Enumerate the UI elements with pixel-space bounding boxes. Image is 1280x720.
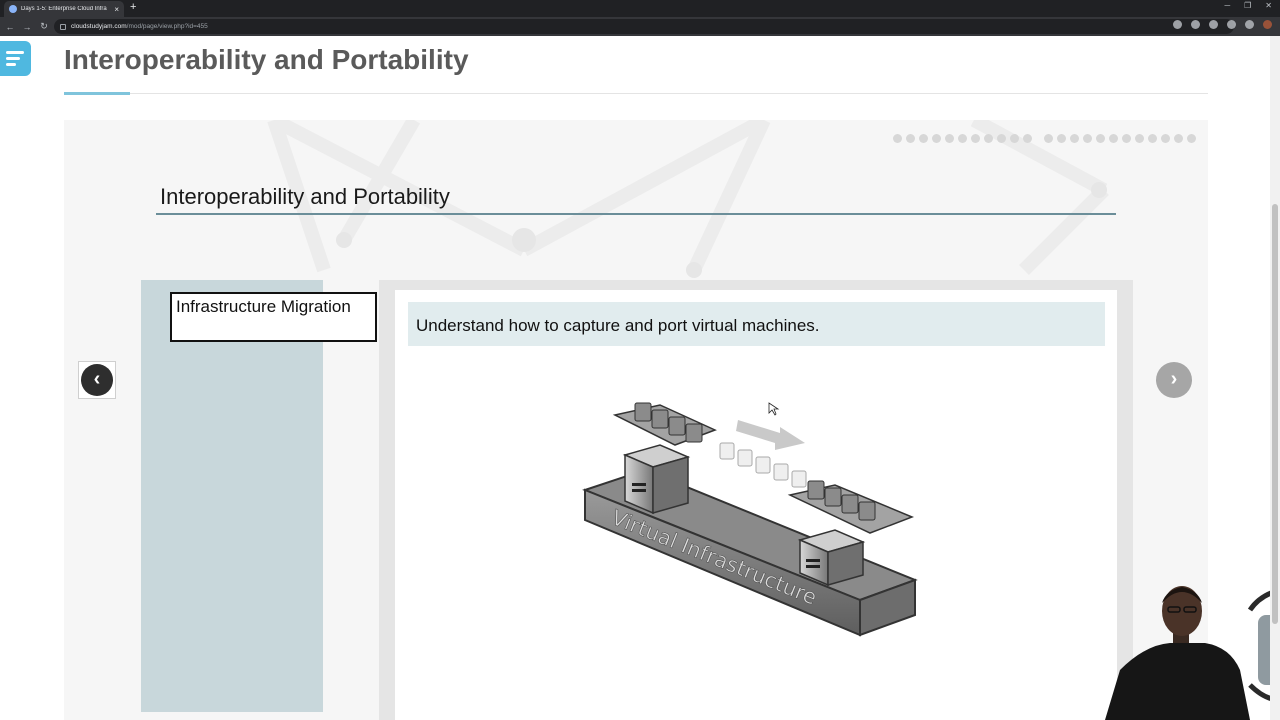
migrating-vms bbox=[719, 442, 807, 488]
server-tower-right bbox=[797, 529, 866, 587]
progress-dot bbox=[1135, 134, 1144, 143]
url-path: /mod/page/view.php?id=455 bbox=[126, 23, 208, 30]
progress-dot bbox=[1096, 134, 1105, 143]
progress-dot bbox=[932, 134, 941, 143]
progress-dot bbox=[893, 134, 902, 143]
scrollbar-thumb[interactable] bbox=[1272, 204, 1278, 624]
title-divider bbox=[64, 93, 1208, 94]
page-scrollbar[interactable] bbox=[1270, 36, 1280, 720]
bookmark-star-icon[interactable] bbox=[1191, 20, 1200, 29]
progress-dot bbox=[945, 134, 954, 143]
back-icon[interactable]: ← bbox=[3, 22, 17, 32]
close-window-icon[interactable]: ✕ bbox=[1265, 1, 1272, 10]
extension-icon[interactable] bbox=[1227, 20, 1236, 29]
chevron-left-icon: ‹ bbox=[81, 364, 113, 396]
tab-title: Days 1-5: Enterprise Cloud Infra bbox=[21, 6, 107, 12]
url-host: cloudstudyjam.com bbox=[71, 23, 127, 30]
topic-sidebar bbox=[141, 280, 323, 712]
address-bar[interactable]: cloudstudyjam.com/mod/page/view.php?id=4… bbox=[54, 19, 1234, 34]
slide-progress-dots bbox=[893, 134, 1196, 143]
progress-dot bbox=[1174, 134, 1183, 143]
slide-title-rule bbox=[156, 213, 1116, 215]
lock-icon bbox=[60, 23, 66, 30]
browser-titlebar: Days 1-5: Enterprise Cloud Infra × + ─ ❐… bbox=[0, 0, 1280, 17]
progress-dot bbox=[1010, 134, 1019, 143]
hamburger-icon-line bbox=[6, 57, 20, 60]
profile-avatar[interactable] bbox=[1263, 20, 1272, 29]
window-controls: ─ ❐ ✕ bbox=[1224, 1, 1272, 10]
progress-dot bbox=[958, 134, 967, 143]
presenter-video bbox=[1105, 586, 1280, 720]
progress-dot bbox=[1070, 134, 1079, 143]
progress-dot bbox=[1044, 134, 1053, 143]
title-accent-bar bbox=[64, 92, 130, 95]
next-slide-button[interactable]: › bbox=[1156, 362, 1192, 398]
restore-icon[interactable]: ❐ bbox=[1244, 1, 1251, 10]
page-title: Interoperability and Portability bbox=[64, 44, 469, 75]
progress-dot bbox=[984, 134, 993, 143]
minimize-icon[interactable]: ─ bbox=[1224, 1, 1230, 10]
slide-title: Interoperability and Portability bbox=[160, 184, 450, 209]
reload-icon[interactable]: ↻ bbox=[37, 21, 51, 32]
mouse-cursor-icon bbox=[768, 402, 780, 416]
progress-dot bbox=[1122, 134, 1131, 143]
progress-dot bbox=[971, 134, 980, 143]
content-caption: Understand how to capture and port virtu… bbox=[408, 302, 1105, 346]
progress-dot bbox=[1187, 134, 1196, 143]
browser-tab[interactable]: Days 1-5: Enterprise Cloud Infra × bbox=[4, 1, 124, 17]
progress-dot bbox=[1023, 134, 1032, 143]
progress-dot bbox=[997, 134, 1006, 143]
extension-icons bbox=[1173, 20, 1272, 29]
progress-dot bbox=[906, 134, 915, 143]
extension-icon[interactable] bbox=[1209, 20, 1218, 29]
progress-dot bbox=[919, 134, 928, 143]
zoom-icon[interactable] bbox=[1173, 20, 1182, 29]
progress-dot bbox=[1148, 134, 1157, 143]
tab-favicon-icon bbox=[9, 5, 17, 13]
virtual-infrastructure-diagram: Virtual Infrastructure bbox=[582, 402, 918, 637]
hamburger-icon-line bbox=[6, 63, 16, 66]
server-tower-left bbox=[622, 444, 691, 515]
new-tab-button[interactable]: + bbox=[130, 1, 136, 13]
progress-dot bbox=[1109, 134, 1118, 143]
progress-dot bbox=[1057, 134, 1066, 143]
previous-slide-button[interactable]: ‹ bbox=[78, 361, 116, 399]
puzzle-icon[interactable] bbox=[1245, 20, 1254, 29]
progress-dot bbox=[1161, 134, 1170, 143]
hamburger-icon bbox=[6, 51, 24, 54]
forward-icon[interactable]: → bbox=[20, 22, 34, 32]
drawer-menu-button[interactable] bbox=[0, 41, 31, 76]
topic-item-infrastructure-migration[interactable]: Infrastructure Migration bbox=[170, 292, 377, 342]
progress-dot bbox=[1083, 134, 1092, 143]
tab-close-icon[interactable]: × bbox=[114, 5, 119, 14]
migration-arrow-icon bbox=[736, 420, 805, 450]
